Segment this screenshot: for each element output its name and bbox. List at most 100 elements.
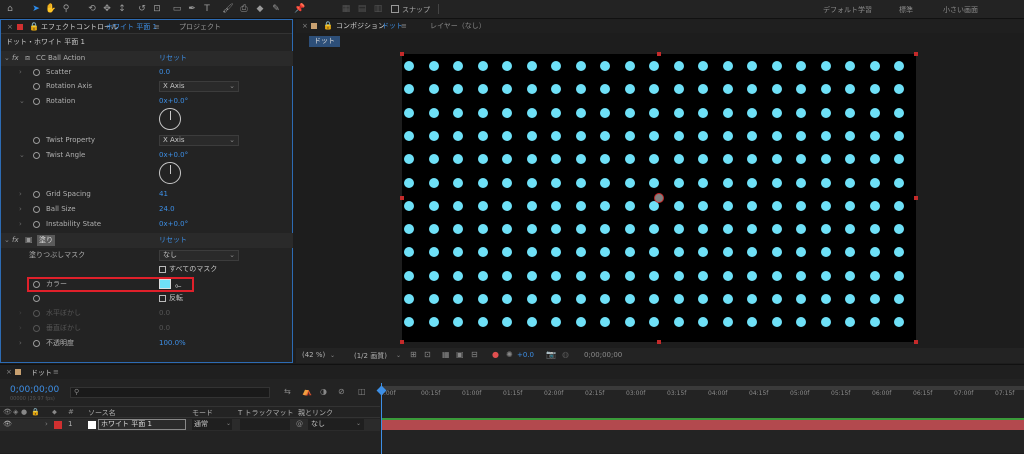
workspace-small-screen[interactable]: 小さい画面 — [943, 5, 978, 15]
effect-fill-header[interactable]: ⌄ fx ▣ 塗り リセット — [1, 233, 293, 248]
guides-icon[interactable]: ⊟ — [471, 350, 478, 359]
exposure-icon[interactable]: ✺ — [506, 350, 513, 359]
comp-flowchart-icon[interactable]: ⇆ — [284, 387, 291, 396]
timeline-timecode[interactable]: 0;00;00;00 — [10, 385, 59, 395]
tab-comp-name[interactable]: ドット — [382, 19, 403, 33]
col-source-name[interactable]: ソース名 — [88, 408, 116, 418]
clone-stamp-icon[interactable]: ⎙ — [238, 3, 250, 15]
bbox-handle[interactable] — [657, 340, 661, 344]
channel-icon[interactable]: ● — [492, 350, 499, 359]
rotation-axis-dropdown[interactable]: X Axis ⌄ — [159, 81, 239, 92]
tab-composition[interactable]: コンポジション — [336, 19, 385, 33]
align-icon-3[interactable]: ▥ — [372, 3, 384, 15]
col-track-matte[interactable]: T トラックマット — [238, 408, 294, 418]
collapse-icon[interactable]: ⌄ — [19, 94, 25, 109]
tab-effect-layer[interactable]: ホワイト 平面 1 — [106, 20, 157, 34]
brush-tool-icon[interactable]: 🖌 — [222, 3, 234, 15]
home-icon[interactable]: ⌂ — [4, 3, 16, 15]
stopwatch-icon[interactable] — [33, 221, 40, 228]
tab-timeline[interactable]: ドット — [31, 368, 52, 378]
comp-breadcrumb[interactable]: ドット — [309, 36, 340, 47]
snapshot-icon[interactable]: ⊡ — [424, 350, 431, 359]
lock-icon[interactable]: 🔒 — [31, 408, 40, 416]
motion-blur-icon[interactable]: ◑ — [320, 387, 327, 396]
invert-checkbox[interactable] — [159, 295, 166, 302]
prop-value[interactable]: 100.0% — [159, 336, 186, 351]
reset-link[interactable]: リセット — [159, 51, 187, 66]
stopwatch-icon[interactable] — [33, 325, 40, 332]
anchor-point-icon[interactable] — [654, 193, 664, 203]
expand-icon[interactable]: › — [19, 306, 22, 321]
exposure-value[interactable]: +0.0 — [517, 351, 534, 359]
stopwatch-icon[interactable] — [33, 98, 40, 105]
expand-icon[interactable]: › — [19, 321, 22, 336]
region-of-interest-icon[interactable]: ⊞ — [410, 350, 417, 359]
roto-brush-icon[interactable]: ✎ — [270, 3, 282, 15]
close-icon[interactable]: × — [7, 23, 13, 31]
collapse-icon[interactable]: ⌄ — [4, 233, 10, 248]
col-mode[interactable]: モード — [192, 408, 213, 418]
dolly-tool-icon[interactable]: ↕ — [116, 3, 128, 15]
bbox-handle[interactable] — [400, 340, 404, 344]
prop-value[interactable]: 41 — [159, 187, 168, 202]
visibility-toggle-icon[interactable]: 👁 — [3, 420, 12, 428]
col-parent[interactable]: 親とリンク — [298, 408, 333, 418]
expand-icon[interactable]: › — [19, 217, 22, 232]
pen-tool-icon[interactable]: ✒ — [186, 3, 198, 15]
transparency-grid-icon[interactable]: ▦ — [442, 350, 450, 359]
chevron-down-icon[interactable]: ⌄ — [396, 352, 401, 359]
collapse-icon[interactable]: ⌄ — [19, 148, 25, 163]
track-matte-dropdown[interactable] — [240, 419, 290, 430]
prop-value[interactable]: 0.0 — [159, 65, 170, 80]
anchor-tool-icon[interactable]: ⊡ — [151, 3, 163, 15]
prop-value[interactable]: 0x+0.0° — [159, 148, 188, 163]
align-icon-2[interactable]: ▤ — [356, 3, 368, 15]
prop-value[interactable]: 0x+0.0° — [159, 217, 188, 232]
color-manage-icon[interactable]: ◍ — [562, 350, 569, 359]
fill-mask-dropdown[interactable]: なし ⌄ — [159, 250, 239, 261]
layer-search-input[interactable]: ⚲ — [70, 387, 270, 398]
visibility-icon[interactable]: 👁 — [3, 408, 12, 416]
bbox-handle[interactable] — [400, 196, 404, 200]
tab-project[interactable]: プロジェクト — [179, 20, 221, 34]
menu-icon[interactable]: ≡ — [53, 368, 59, 376]
close-icon[interactable]: × — [6, 368, 12, 376]
resolution-dropdown[interactable]: (1/2 画質) — [354, 351, 387, 361]
prop-value[interactable]: 24.0 — [159, 202, 175, 217]
rotation-dial[interactable] — [159, 108, 181, 130]
stopwatch-icon[interactable] — [33, 206, 40, 213]
expand-icon[interactable]: › — [19, 65, 22, 80]
snap-checkbox[interactable] — [391, 5, 399, 13]
expand-icon[interactable]: › — [45, 420, 48, 428]
bbox-handle[interactable] — [657, 52, 661, 56]
stopwatch-icon[interactable] — [33, 310, 40, 317]
graph-editor-icon[interactable]: ⊘ — [338, 387, 345, 396]
expand-icon[interactable]: › — [19, 202, 22, 217]
workspace-default[interactable]: デフォルト — [823, 5, 858, 15]
collapse-icon[interactable]: ⌄ — [4, 51, 10, 66]
text-tool-icon[interactable]: T — [201, 3, 213, 15]
stopwatch-icon[interactable] — [33, 137, 40, 144]
zoom-value[interactable]: (42 %) — [302, 351, 325, 359]
expand-icon[interactable]: › — [19, 336, 22, 351]
menu-icon[interactable]: ≡ — [401, 22, 407, 30]
lock-icon[interactable]: 🔒 — [29, 22, 39, 31]
stopwatch-icon[interactable] — [33, 295, 40, 302]
tab-layer-none[interactable]: レイヤー（なし） — [430, 19, 486, 33]
lock-icon[interactable]: 🔒 — [323, 21, 333, 30]
frame-blending-icon[interactable]: ◫ — [358, 387, 366, 396]
workspace-learn[interactable]: 学習 — [858, 5, 872, 15]
all-masks-checkbox[interactable] — [159, 266, 166, 273]
fx-icon[interactable]: fx — [12, 51, 19, 66]
draft-3d-icon[interactable]: ⛺ — [302, 387, 312, 396]
pick-whip-icon[interactable]: @ — [296, 420, 303, 428]
layer-label-color[interactable] — [54, 421, 62, 429]
menu-icon[interactable]: ≡ — [154, 23, 160, 31]
workspace-standard[interactable]: 標準 — [899, 5, 913, 15]
camera-icon[interactable]: 📷 — [546, 350, 556, 359]
current-time[interactable]: 0;00;00;00 — [584, 351, 622, 359]
bbox-handle[interactable] — [914, 52, 918, 56]
rectangle-tool-icon[interactable]: ▭ — [171, 3, 183, 15]
label-icon[interactable]: ⬥ — [52, 408, 57, 417]
audio-icon[interactable]: ◈ — [13, 408, 18, 416]
